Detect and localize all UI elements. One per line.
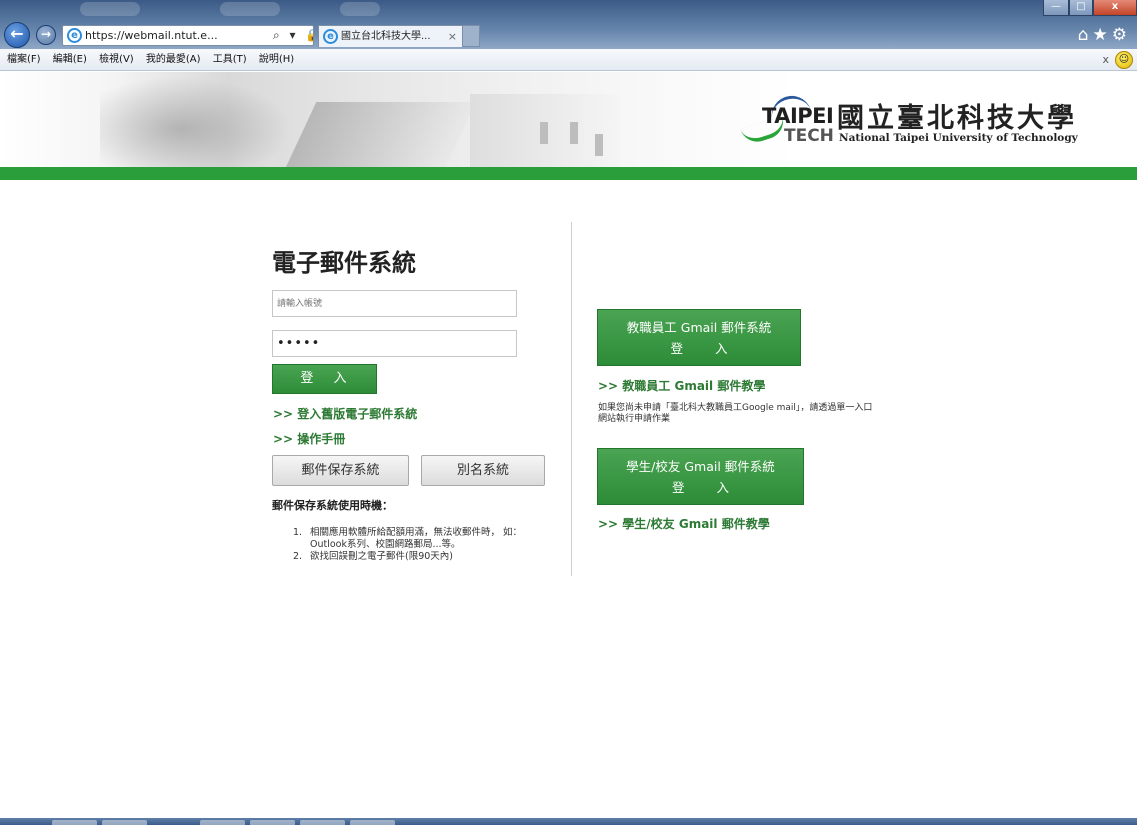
menubar-close-icon[interactable]: x xyxy=(1102,49,1109,70)
menu-help[interactable]: 說明(H) xyxy=(259,54,294,65)
manual-link[interactable]: >> 操作手冊 xyxy=(273,430,345,447)
ie-icon: e xyxy=(67,28,82,43)
menu-bar: 檔案(F) 編輯(E) 檢視(V) 我的最愛(A) 工具(T) 說明(H) x … xyxy=(0,49,1137,71)
tab-title: 國立台北科技大學... xyxy=(341,31,431,42)
back-button[interactable]: ← xyxy=(4,22,30,48)
archive-usage-title: 郵件保存系統使用時機： xyxy=(272,499,393,512)
list-item-text: 相關應用軟體所給配額用滿，無法收郵件時， 如：Outlook系列、校園網路郵局.… xyxy=(310,527,523,550)
header-banner: TAIPEI TECH 國立臺北科技大學 National Taipei Uni… xyxy=(0,72,1137,167)
ie-tab-icon: e xyxy=(323,29,338,44)
windows-taskbar xyxy=(0,818,1137,825)
menu-favorites[interactable]: 我的最愛(A) xyxy=(146,54,201,65)
minimize-button[interactable]: — xyxy=(1043,0,1069,16)
logo-english-name: National Taipei University of Technology xyxy=(839,132,1078,144)
taskbar-item[interactable] xyxy=(200,820,245,825)
student-gmail-tutorial-link[interactable]: >> 學生/校友 Gmail 郵件教學 xyxy=(598,515,770,532)
taskbar-item[interactable] xyxy=(250,820,295,825)
menu-edit[interactable]: 編輯(E) xyxy=(53,54,87,65)
list-item: 1. 相關應用軟體所給配額用滿，無法收郵件時， 如：Outlook系列、校園網路郵… xyxy=(293,527,553,551)
password-input[interactable]: ••••• xyxy=(272,330,517,357)
list-item-number: 1. xyxy=(293,527,303,538)
menu-view[interactable]: 檢視(V) xyxy=(99,54,134,65)
address-url: https://webmail.ntut.e... xyxy=(85,29,218,42)
mail-archive-button[interactable]: 郵件保存系統 xyxy=(272,455,409,486)
address-tools[interactable]: ⌕ ▾ 🔒 ⚠ ↻ ✕ xyxy=(273,26,313,45)
login-button[interactable]: 登 入 xyxy=(272,364,377,394)
new-tab-button[interactable] xyxy=(462,25,480,47)
logo-tech: TECH xyxy=(784,126,834,146)
username-input[interactable] xyxy=(272,290,517,317)
logo-taipei: TAIPEI xyxy=(762,104,834,128)
taskbar-item[interactable] xyxy=(52,820,97,825)
student-gmail-label: 學生/校友 Gmail 郵件系統 xyxy=(626,459,775,474)
gmail-apply-note: 如果您尚未申請「臺北科大教職員工Google mail」，請透過單一入口網站執行… xyxy=(598,403,873,424)
archive-usage-list: 1. 相關應用軟體所給配額用滿，無法收郵件時， 如：Outlook系列、校園網路郵… xyxy=(293,527,553,563)
list-item: 2. 欲找回誤刪之電子郵件(限90天內) xyxy=(293,551,553,563)
titlebar-decoration xyxy=(340,2,380,16)
list-item-number: 2. xyxy=(293,551,303,562)
building-window xyxy=(595,134,603,156)
close-window-button[interactable]: x xyxy=(1093,0,1137,16)
tab-ntut[interactable]: e 國立台北科技大學... × xyxy=(318,25,480,47)
forward-button[interactable]: → xyxy=(36,25,56,45)
student-gmail-login-label: 登 入 xyxy=(672,480,743,495)
student-gmail-login-button[interactable]: 學生/校友 Gmail 郵件系統 登 入 xyxy=(597,448,804,505)
list-item-text: 欲找回誤刪之電子郵件(限90天內) xyxy=(310,551,454,562)
alias-system-button[interactable]: 別名系統 xyxy=(421,455,545,486)
home-favorites-tools-icons[interactable]: ⌂★⚙ xyxy=(1078,25,1131,45)
staff-gmail-label: 教職員工 Gmail 郵件系統 xyxy=(626,320,772,335)
titlebar-decoration xyxy=(80,2,140,16)
staff-gmail-login-button[interactable]: 教職員工 Gmail 郵件系統 登 入 xyxy=(597,309,801,366)
menu-tools[interactable]: 工具(T) xyxy=(213,54,247,65)
titlebar-decoration xyxy=(220,2,280,16)
building-window xyxy=(570,122,578,144)
tab-close-icon[interactable]: × xyxy=(448,26,457,47)
green-divider-bar xyxy=(0,167,1137,180)
staff-gmail-tutorial-link[interactable]: >> 教職員工 Gmail 郵件教學 xyxy=(598,377,765,394)
tree-image xyxy=(100,72,300,167)
taskbar-item[interactable] xyxy=(102,820,147,825)
address-bar[interactable]: e https://webmail.ntut.e... ⌕ ▾ 🔒 ⚠ ↻ ✕ xyxy=(62,25,314,46)
building-window xyxy=(540,122,548,144)
staff-gmail-login-label: 登 入 xyxy=(670,341,742,356)
taskbar-item[interactable] xyxy=(300,820,345,825)
building-image xyxy=(283,102,477,167)
column-divider xyxy=(571,222,572,576)
building-image xyxy=(470,94,620,167)
menu-file[interactable]: 檔案(F) xyxy=(7,54,41,65)
old-webmail-link[interactable]: >> 登入舊版電子郵件系統 xyxy=(273,405,417,422)
maximize-button[interactable]: □ xyxy=(1069,0,1093,16)
logo-chinese-name: 國立臺北科技大學 xyxy=(837,103,1077,134)
taskbar-item[interactable] xyxy=(350,820,395,825)
browser-titlebar: ← → e https://webmail.ntut.e... ⌕ ▾ 🔒 ⚠ … xyxy=(0,0,1137,49)
smiley-icon[interactable]: ☺ xyxy=(1115,51,1133,69)
page-title: 電子郵件系統 xyxy=(272,249,416,277)
